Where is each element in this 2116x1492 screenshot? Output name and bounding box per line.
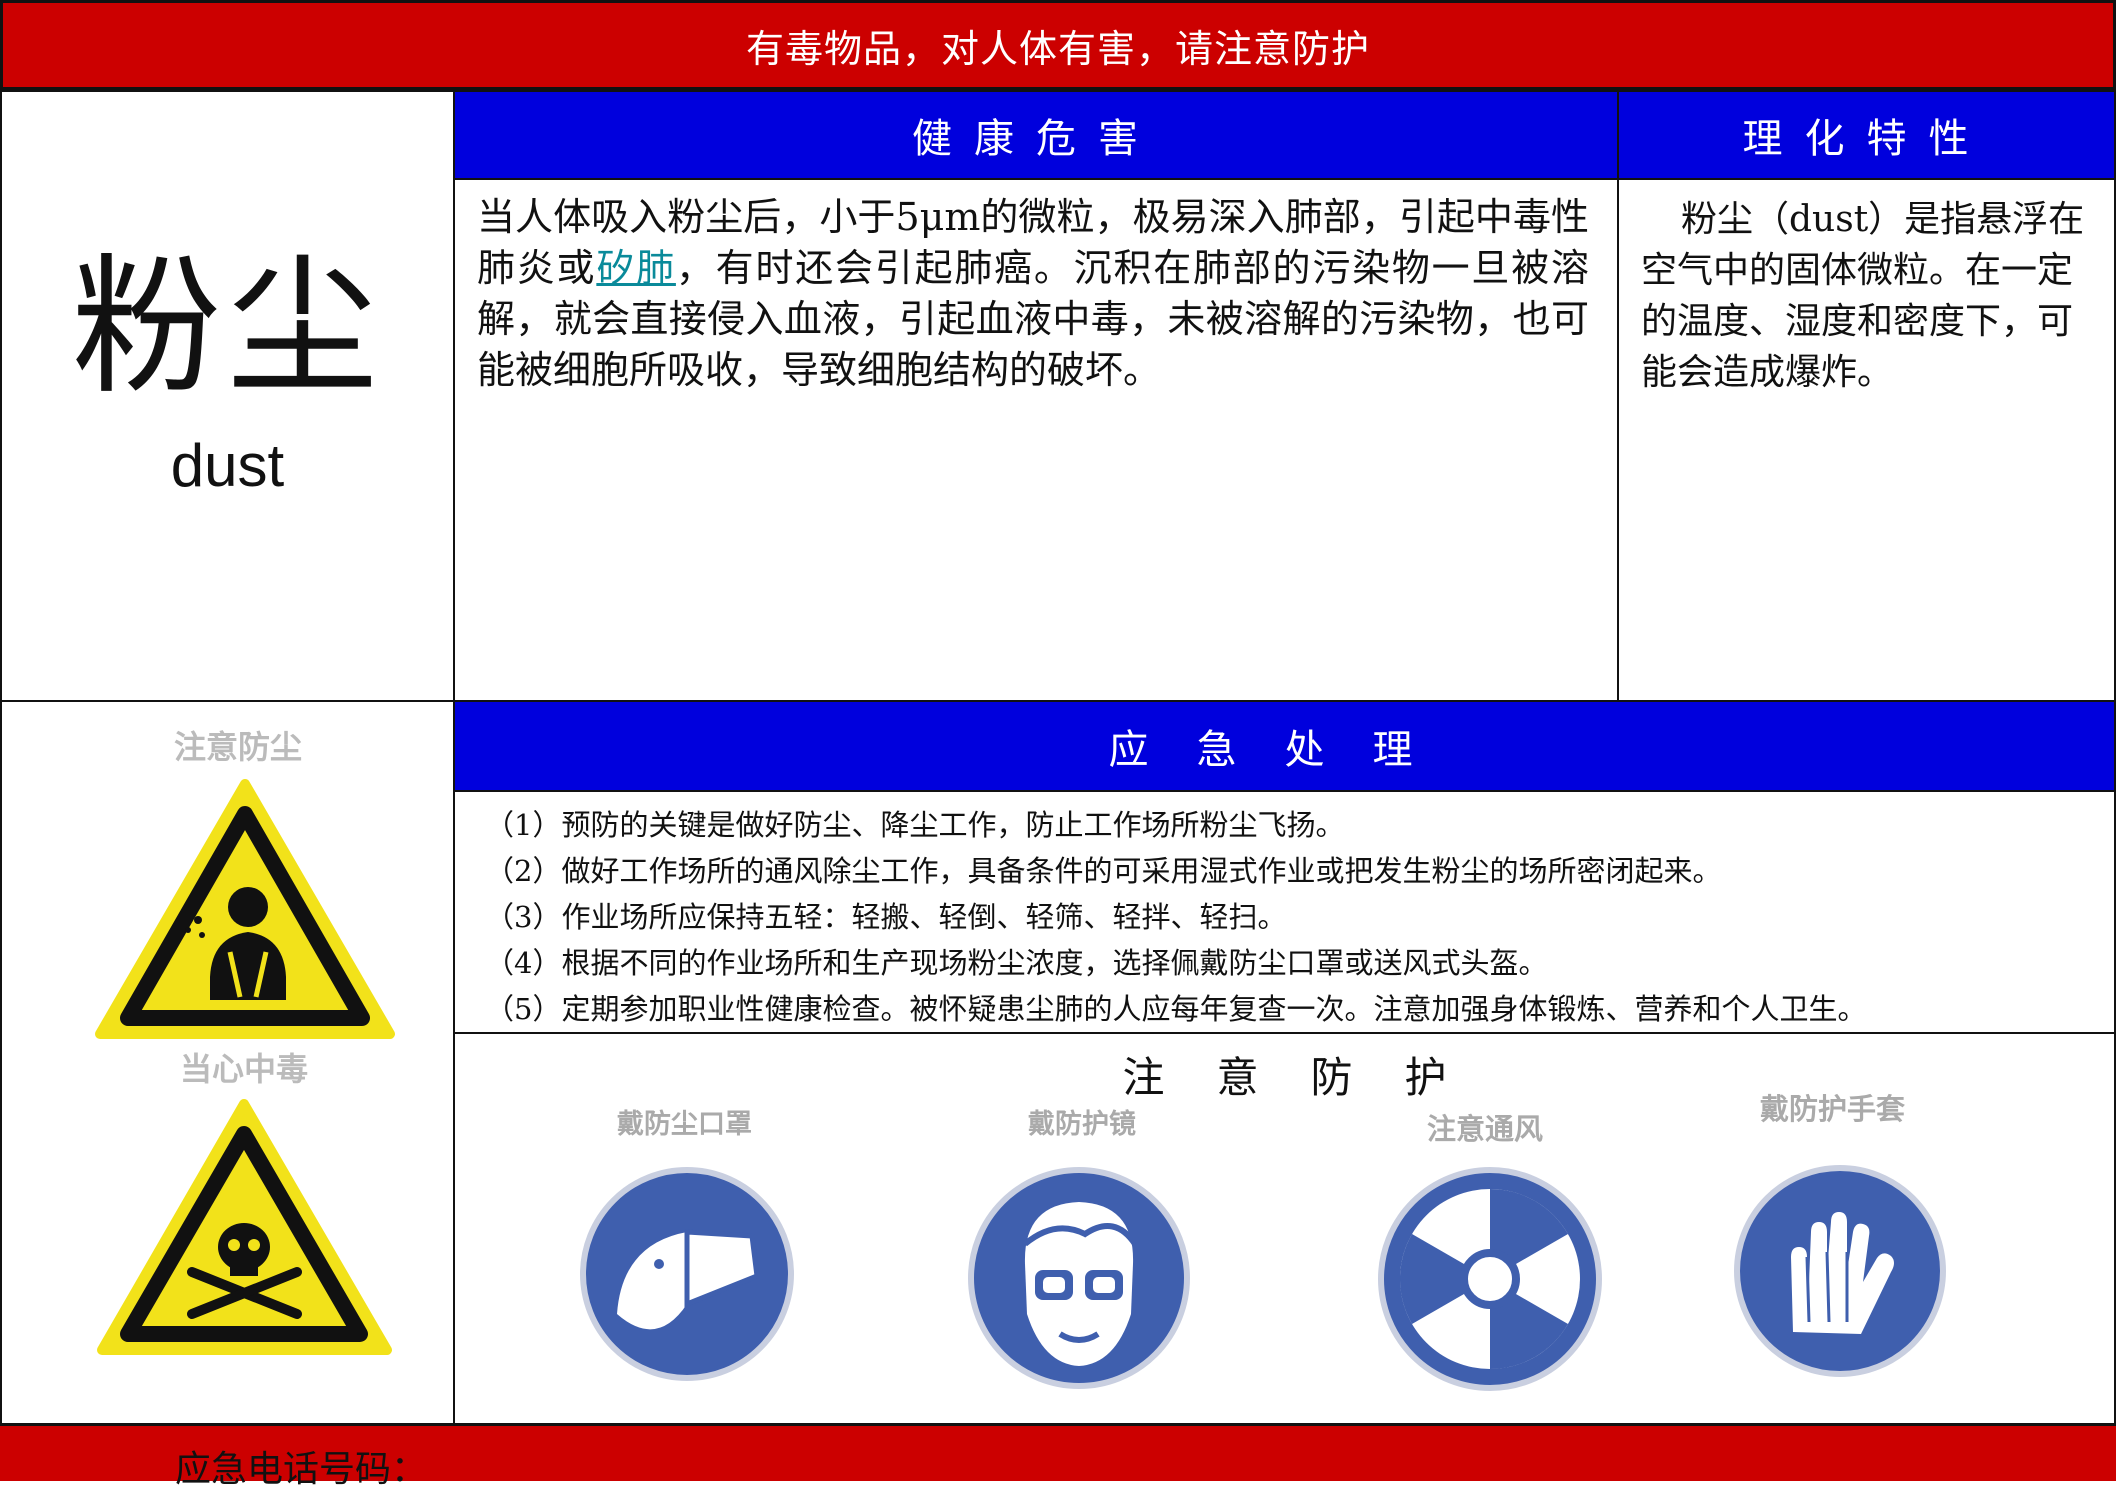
substance-name-en: dust: [170, 431, 285, 499]
health-hazard-text: 当人体吸入粉尘后，小于5μm的微粒，极易深入肺部，引起中毒性肺炎或矽肺，有时还会…: [453, 178, 1619, 702]
substance-name-cell: 粉尘 dust: [0, 90, 455, 702]
protective-gloves-icon: [1734, 1165, 1946, 1377]
top-warning-banner: 有毒物品，对人体有害，请注意防护: [0, 0, 2116, 90]
emergency-list: （1）预防的关键是做好防尘、降尘工作，防止工作场所粉尘飞扬。 （2）做好工作场所…: [453, 790, 2116, 1034]
warning-sign-label: 当心中毒: [180, 1050, 309, 1088]
banner-text: 有毒物品，对人体有害，请注意防护: [745, 26, 1370, 71]
protection-sign-label: 戴防护镜: [1028, 1109, 1136, 1140]
protection-sign-label: 戴防护手套: [1760, 1092, 1906, 1126]
list-item: （2）做好工作场所的通风除尘工作，具备条件的可采用湿式作业或把发生粉尘的场所密闭…: [485, 854, 1722, 888]
list-item: （1）预防的关键是做好防尘、降尘工作，防止工作场所粉尘飞扬。: [485, 808, 1345, 842]
health-hazard-title: 健康危害: [912, 116, 1160, 162]
poison-skull-warning-icon: [97, 1099, 392, 1355]
warning-sign-label: 注意防尘: [174, 728, 303, 766]
ventilation-fan-icon: [1378, 1167, 1602, 1391]
emergency-title: 应急处理: [1108, 727, 1461, 773]
list-item: （5）定期参加职业性健康检查。被怀疑患尘肺的人应每年复查一次。注意加强身体锻炼、…: [485, 992, 1867, 1026]
protection-cell: 注意防护 戴防尘口罩 戴防护镜 注意通风 戴防护手套: [453, 1032, 2116, 1425]
properties-text: 粉尘（dust）是指悬浮在空气中的固体微粒。在一定的温度、湿度和密度下，可能会造…: [1617, 178, 2116, 702]
list-item: （4）根据不同的作业场所和生产现场粉尘浓度，选择佩戴防尘口罩或送风式头盔。: [485, 946, 1548, 980]
warning-signs-cell: 注意防尘 当心中毒: [0, 700, 455, 1425]
protection-sign-label: 戴防尘口罩: [617, 1109, 752, 1140]
health-hazard-header: 健康危害: [453, 90, 1619, 180]
emergency-phone-label: 应急电话号码：: [175, 1449, 428, 1490]
list-item: （3）作业场所应保持五轻：轻搬、轻倒、轻筛、轻拌、轻扫。: [485, 900, 1287, 934]
goggles-icon: [968, 1167, 1190, 1389]
properties-header: 理化特性: [1617, 90, 2116, 180]
emergency-phone-banner: 应急电话号码：: [0, 1423, 2116, 1490]
protection-sign-label: 注意通风: [1427, 1112, 1544, 1146]
dust-inhalation-warning-icon: [95, 779, 395, 1039]
silicosis-link[interactable]: 矽肺: [596, 246, 676, 290]
emergency-header: 应急处理: [453, 700, 2116, 792]
substance-name-cn: 粉尘: [71, 240, 384, 415]
properties-title: 理化特性: [1742, 116, 1991, 162]
dust-mask-icon: [580, 1167, 794, 1381]
